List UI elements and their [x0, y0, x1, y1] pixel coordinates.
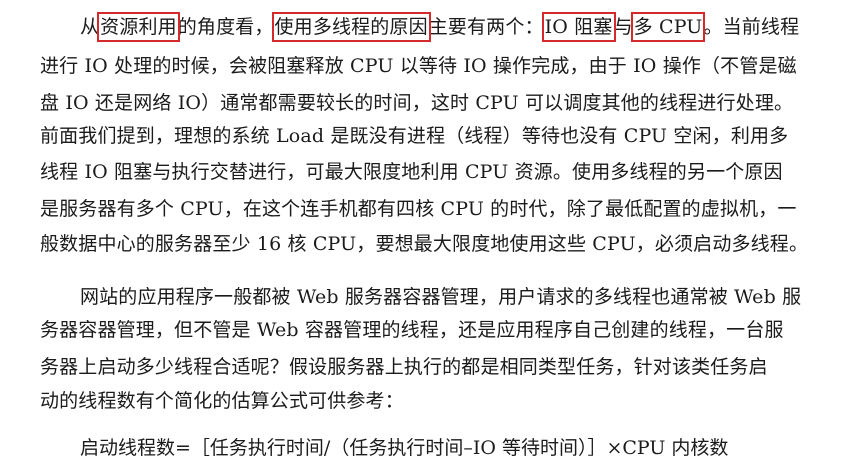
paragraph1-line3: 盘 IO 还是网络 IO）通常都需要较长的时间，这时 CPU 可以调度其他的线程…: [40, 92, 794, 114]
paragraph1-line1: 从资源利用的角度看，使用多线程的原因主要有两个：IO 阻塞与多 CPU。当前线程: [80, 12, 849, 42]
p1-l1-mid1: 的角度看，: [177, 16, 274, 38]
paragraph1-line6: 是服务器有多个 CPU，在这个连手机都有四核 CPU 的时代，除了最低配置的虚拟…: [40, 198, 797, 220]
paragraph1-line4: 前面我们提到，理想的系统 Load 是既没有进程（线程）等待也没有 CPU 空闲…: [40, 125, 789, 147]
p1-l1-prefix: 从: [80, 16, 100, 38]
p1-l1-suffix: 。当前线程: [703, 16, 800, 38]
thread-count-formula: 启动线程数=［任务执行时间/（任务执行时间–IO 等待时间）］×CPU 内核数: [80, 437, 729, 459]
paragraph1-line2: 进行 IO 处理的时候，会被阻塞释放 CPU 以等待 IO 操作完成，由于 IO…: [40, 55, 797, 77]
highlight-io-blocking: IO 阻塞: [541, 12, 616, 42]
p1-l1-mid3: 与: [613, 16, 633, 38]
highlight-resource-utilization: 资源利用: [97, 12, 180, 42]
paragraph2-line3: 务器上启动多少线程合适呢？假设服务器上执行的都是相同类型任务，针对该类任务启: [40, 356, 768, 378]
paragraph2-line2: 务器容器管理，但不管是 Web 容器管理的线程，还是应用程序自己创建的线程，一台…: [40, 319, 784, 341]
highlight-multithread-reason: 使用多线程的原因: [271, 12, 431, 42]
highlight-multi-cpu: 多 CPU: [630, 12, 706, 42]
paragraph1-line5: 线程 IO 阻塞与执行交替进行，可最大限度地利用 CPU 资源。使用多线程的另一…: [40, 161, 783, 183]
document-page: 从资源利用的角度看，使用多线程的原因主要有两个：IO 阻塞与多 CPU。当前线程…: [0, 0, 849, 475]
paragraph2-line1: 网站的应用程序一般都被 Web 服务器容器管理，用户请求的多线程也通常被 Web…: [80, 286, 802, 308]
p1-l1-mid2: 主要有两个：: [428, 16, 544, 38]
paragraph2-line4: 动的线程数有个简化的估算公式可供参考：: [40, 390, 404, 412]
paragraph1-line7: 般数据中心的服务器至少 16 核 CPU，要想最大限度地使用这些 CPU，必须启…: [40, 233, 809, 255]
